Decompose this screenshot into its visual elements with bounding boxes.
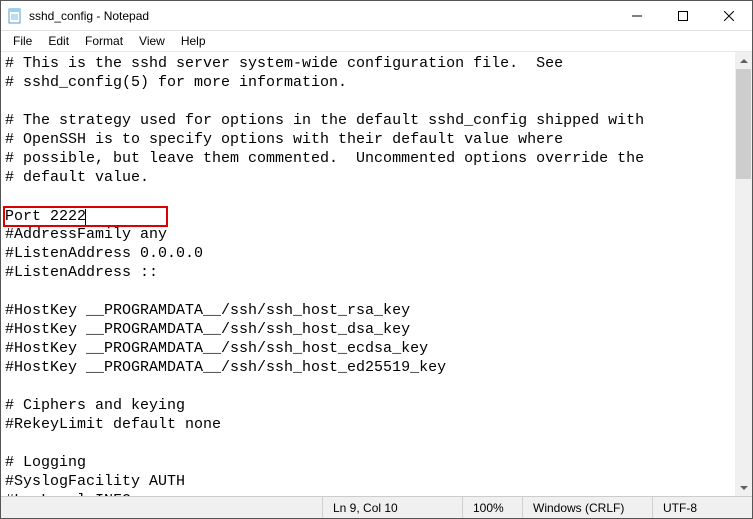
minimize-button[interactable] — [614, 1, 660, 30]
editor-line: # default value. — [5, 168, 731, 187]
status-zoom: 100% — [462, 497, 522, 518]
editor-line — [5, 377, 731, 396]
menu-help[interactable]: Help — [173, 33, 214, 49]
editor-line — [5, 187, 731, 206]
highlighted-text: Port 2222 — [3, 206, 168, 227]
titlebar: sshd_config - Notepad — [1, 1, 752, 31]
notepad-icon — [7, 8, 23, 24]
editor-line: #AddressFamily any — [5, 225, 731, 244]
close-button[interactable] — [706, 1, 752, 30]
editor-line: #HostKey __PROGRAMDATA__/ssh/ssh_host_ds… — [5, 320, 731, 339]
scroll-thumb[interactable] — [736, 69, 751, 179]
editor-line: #ListenAddress :: — [5, 263, 731, 282]
editor-line: #ListenAddress 0.0.0.0 — [5, 244, 731, 263]
status-line-ending: Windows (CRLF) — [522, 497, 652, 518]
menu-edit[interactable]: Edit — [40, 33, 77, 49]
editor-line: # sshd_config(5) for more information. — [5, 73, 731, 92]
status-position: Ln 9, Col 10 — [322, 497, 462, 518]
editor-line: # OpenSSH is to specify options with the… — [5, 130, 731, 149]
scroll-down-arrow-icon[interactable] — [735, 479, 752, 496]
maximize-button[interactable] — [660, 1, 706, 30]
text-editor[interactable]: # This is the sshd server system-wide co… — [1, 52, 735, 496]
scroll-track[interactable] — [735, 69, 752, 479]
scroll-up-arrow-icon[interactable] — [735, 52, 752, 69]
editor-line — [5, 92, 731, 111]
editor-line — [5, 434, 731, 453]
editor-line: # possible, but leave them commented. Un… — [5, 149, 731, 168]
editor-line: #LogLevel INFO — [5, 491, 731, 496]
editor-line: # Logging — [5, 453, 731, 472]
editor-area: # This is the sshd server system-wide co… — [1, 51, 752, 496]
editor-line: # Ciphers and keying — [5, 396, 731, 415]
editor-line: #RekeyLimit default none — [5, 415, 731, 434]
editor-line — [5, 282, 731, 301]
window-controls — [614, 1, 752, 30]
editor-line: Port 2222 — [5, 206, 731, 225]
menu-format[interactable]: Format — [77, 33, 131, 49]
menu-file[interactable]: File — [5, 33, 40, 49]
editor-line: #HostKey __PROGRAMDATA__/ssh/ssh_host_ed… — [5, 358, 731, 377]
menubar: File Edit Format View Help — [1, 31, 752, 51]
statusbar: Ln 9, Col 10 100% Windows (CRLF) UTF-8 — [1, 496, 752, 518]
status-encoding: UTF-8 — [652, 497, 752, 518]
menu-view[interactable]: View — [131, 33, 173, 49]
editor-line: # This is the sshd server system-wide co… — [5, 54, 731, 73]
window-title: sshd_config - Notepad — [29, 9, 614, 23]
editor-line: #HostKey __PROGRAMDATA__/ssh/ssh_host_ec… — [5, 339, 731, 358]
editor-line: # The strategy used for options in the d… — [5, 111, 731, 130]
text-caret — [85, 209, 86, 225]
editor-line: #HostKey __PROGRAMDATA__/ssh/ssh_host_rs… — [5, 301, 731, 320]
status-spacer — [1, 497, 322, 518]
editor-line: #SyslogFacility AUTH — [5, 472, 731, 491]
vertical-scrollbar[interactable] — [735, 52, 752, 496]
